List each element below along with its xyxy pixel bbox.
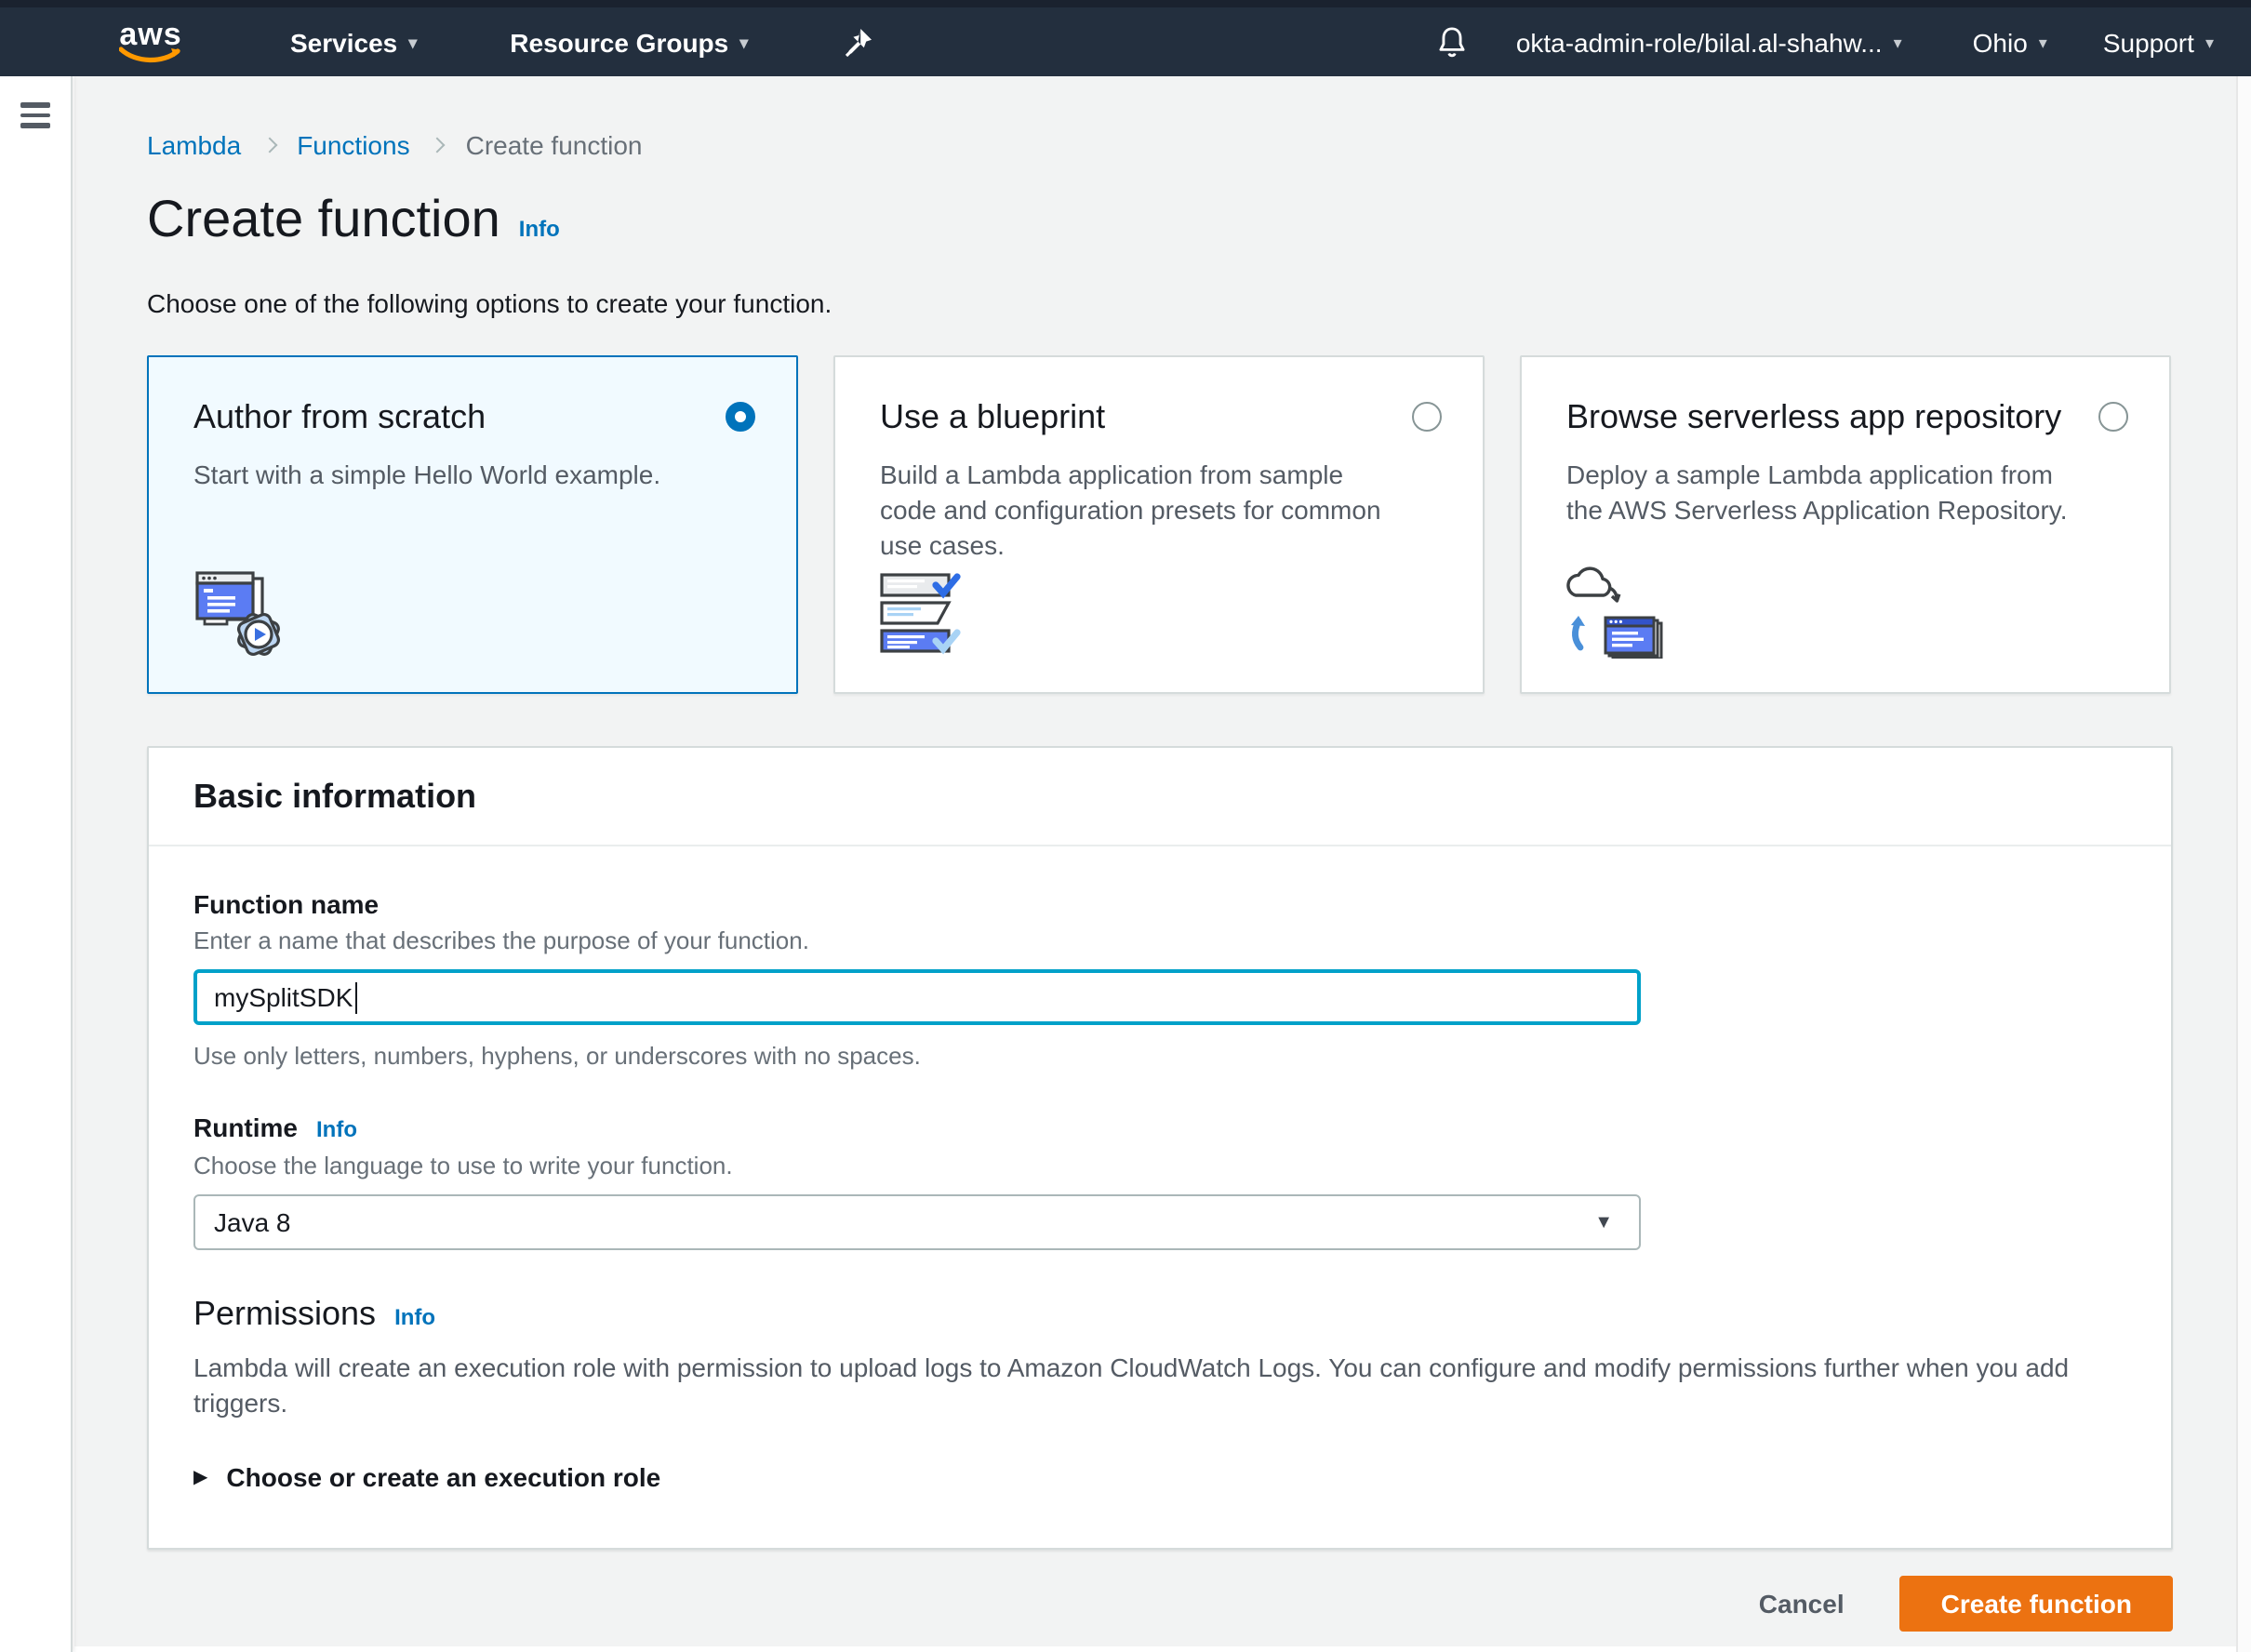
- caret-right-icon: ▶: [193, 1467, 207, 1487]
- runtime-description: Choose the language to use to write your…: [193, 1150, 2126, 1181]
- aws-logo-text: aws: [119, 20, 181, 48]
- main-content: Lambda Functions Create function Create …: [74, 76, 2251, 1646]
- blueprint-icon: [880, 573, 984, 659]
- radio-selected-icon[interactable]: [726, 402, 755, 432]
- chevron-down-icon: ▾: [408, 32, 417, 52]
- function-name-input[interactable]: mySplitSDK: [193, 969, 1641, 1025]
- permissions-section: Permissions Info Lambda will create an e…: [193, 1295, 2126, 1492]
- runtime-selected-value: Java 8: [214, 1207, 291, 1237]
- panel-body: Function name Enter a name that describe…: [149, 846, 2171, 1548]
- nav-resource-groups-menu[interactable]: Resource Groups ▾: [510, 27, 748, 57]
- title-info-link[interactable]: Info: [519, 197, 560, 260]
- select-caret-down-icon: ▼: [1594, 1213, 1613, 1233]
- basic-information-panel: Basic information Function name Enter a …: [147, 746, 2173, 1550]
- serverless-app-repository-icon: [1566, 566, 1671, 659]
- footer-actions: Cancel Create function: [147, 1576, 2173, 1632]
- option-card-title: Use a blueprint: [880, 396, 1438, 437]
- option-card-description: Build a Lambda application from sample c…: [880, 458, 1438, 564]
- permissions-description: Lambda will create an execution role wit…: [193, 1351, 2126, 1421]
- chevron-right-icon: [430, 138, 446, 153]
- nav-services-label: Services: [290, 27, 397, 57]
- option-card-use-a-blueprint[interactable]: Use a blueprint Build a Lambda applicati…: [833, 355, 1485, 694]
- function-name-description: Enter a name that describes the purpose …: [193, 925, 2126, 956]
- nav-account-menu[interactable]: okta-admin-role/bilal.al-shahw... ▾: [1516, 27, 1902, 57]
- pushpin-icon: [845, 27, 872, 57]
- text-cursor: [354, 981, 357, 1013]
- chevron-down-icon: ▾: [2205, 32, 2214, 52]
- cancel-button[interactable]: Cancel: [1759, 1589, 1845, 1619]
- option-card-author-from-scratch[interactable]: Author from scratch Start with a simple …: [147, 355, 798, 694]
- page-subtitle: Choose one of the following options to c…: [147, 288, 2251, 318]
- breadcrumb-functions-link[interactable]: Functions: [297, 130, 409, 160]
- breadcrumb: Lambda Functions Create function: [147, 130, 2251, 160]
- top-navigation-bar: aws Services ▾ Resource Groups ▾: [0, 0, 2251, 76]
- radio-unselected-icon[interactable]: [2098, 402, 2128, 432]
- runtime-select[interactable]: Java 8 ▼: [193, 1194, 1641, 1250]
- aws-logo[interactable]: aws: [112, 20, 190, 63]
- chevron-down-icon: ▾: [2039, 32, 2047, 52]
- nav-region-menu[interactable]: Ohio ▾: [1973, 27, 2047, 57]
- notifications-bell-icon[interactable]: [1436, 25, 1468, 59]
- scrollbar-track[interactable]: [2236, 76, 2251, 1652]
- runtime-field: Runtime Info Choose the language to use …: [193, 1111, 2126, 1250]
- breadcrumb-current: Create function: [466, 130, 643, 160]
- option-card-description: Deploy a sample Lambda application from …: [1566, 458, 2124, 528]
- nav-region-label: Ohio: [1973, 27, 2028, 57]
- aws-smile-icon: [119, 47, 182, 63]
- page-title-text: Create function: [147, 188, 500, 251]
- nav-left-group: aws Services ▾ Resource Groups ▾: [0, 20, 872, 63]
- chevron-down-icon: ▾: [739, 32, 748, 52]
- option-card-title: Author from scratch: [193, 396, 752, 437]
- radio-unselected-icon[interactable]: [1412, 402, 1442, 432]
- function-name-constraint: Use only letters, numbers, hyphens, or u…: [193, 1042, 2126, 1070]
- author-from-scratch-icon: [193, 569, 290, 659]
- option-card-browse-serverless-app-repository[interactable]: Browse serverless app repository Deploy …: [1520, 355, 2171, 694]
- execution-role-expander-label: Choose or create an execution role: [226, 1462, 660, 1492]
- chevron-down-icon: ▾: [1894, 32, 1902, 52]
- option-card-description: Start with a simple Hello World example.: [193, 458, 752, 493]
- breadcrumb-lambda-link[interactable]: Lambda: [147, 130, 241, 160]
- nav-support-menu[interactable]: Support ▾: [2103, 27, 2214, 57]
- panel-header: Basic information: [149, 748, 2171, 846]
- option-card-title: Browse serverless app repository: [1566, 396, 2124, 437]
- nav-account-label: okta-admin-role/bilal.al-shahw...: [1516, 27, 1883, 57]
- aws-console-page: aws Services ▾ Resource Groups ▾: [0, 0, 2251, 1652]
- runtime-info-link[interactable]: Info: [316, 1112, 357, 1146]
- create-function-button[interactable]: Create function: [1900, 1576, 2173, 1632]
- pin-shortcut-button[interactable]: [845, 27, 872, 57]
- nav-right-group: okta-admin-role/bilal.al-shahw... ▾ Ohio…: [1436, 25, 2251, 59]
- nav-resource-groups-label: Resource Groups: [510, 27, 728, 57]
- nav-services-menu[interactable]: Services ▾: [290, 27, 417, 57]
- runtime-label: Runtime: [193, 1111, 298, 1144]
- nav-support-label: Support: [2103, 27, 2194, 57]
- function-name-label: Function name: [193, 887, 2126, 921]
- menu-hamburger-icon[interactable]: [20, 102, 50, 127]
- function-name-value: mySplitSDK: [214, 982, 353, 1012]
- permissions-info-link[interactable]: Info: [394, 1304, 435, 1330]
- chevron-right-icon: [261, 138, 277, 153]
- collapsed-side-panel: [0, 76, 73, 1652]
- creation-option-cards: Author from scratch Start with a simple …: [147, 355, 2173, 694]
- permissions-heading: Permissions: [193, 1295, 376, 1334]
- panel-heading: Basic information: [193, 778, 2126, 817]
- page-title: Create function Info: [147, 188, 2251, 260]
- execution-role-expander[interactable]: ▶ Choose or create an execution role: [193, 1462, 2126, 1492]
